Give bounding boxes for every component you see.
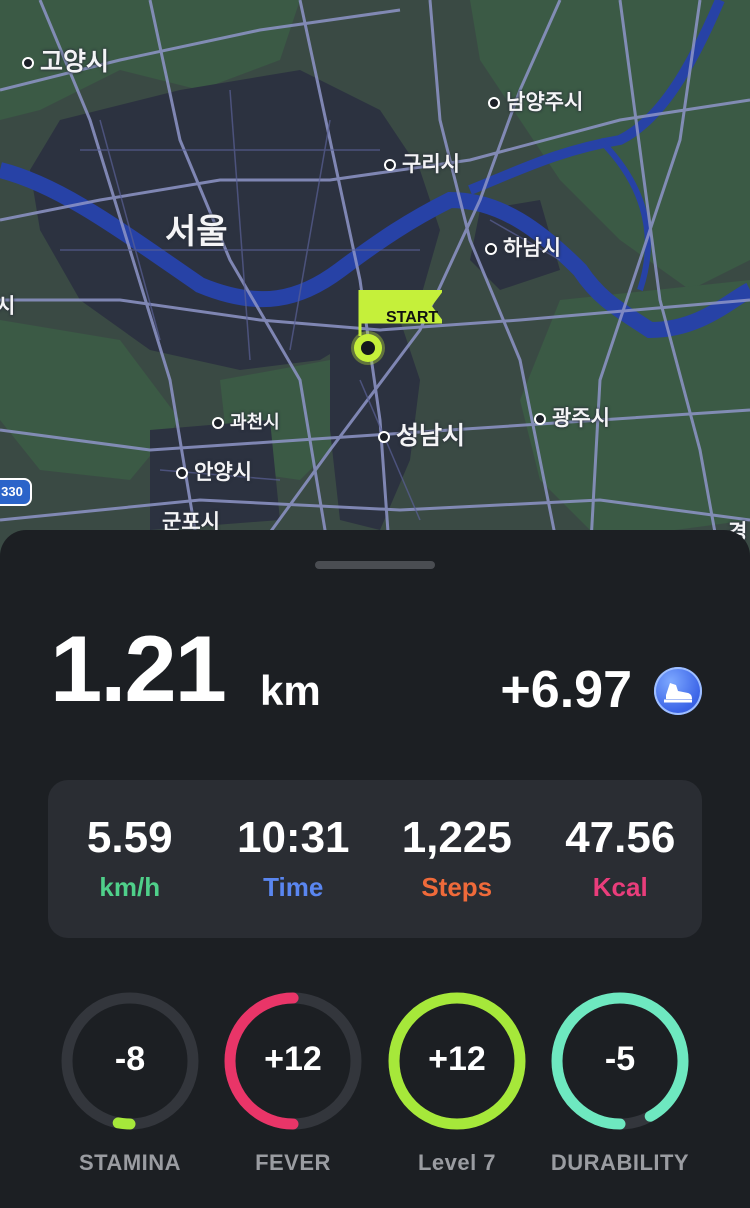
stats-card: 5.59 km/h 10:31 Time 1,225 Steps 47.56 K… [48, 780, 702, 938]
stat-label: Kcal [592, 872, 648, 902]
city-label: 서울 [165, 212, 228, 252]
city-label: 하남시 [485, 232, 561, 262]
gauge-label: STAMINA [78, 1150, 182, 1175]
city-label: 남양주시 [488, 86, 583, 116]
stat-label: Steps [421, 872, 493, 902]
stat-time: 10:31 Time [212, 780, 376, 938]
stat-steps: 1,225 Steps [375, 780, 539, 938]
city-dot-icon [22, 57, 34, 69]
stat-value: 1,225 [401, 813, 512, 862]
stat-label: km/h [99, 872, 161, 902]
city-dot-icon [384, 159, 396, 171]
city-dot-icon [485, 243, 497, 255]
city-dot-icon [212, 417, 224, 429]
stat-value: 10:31 [236, 813, 350, 862]
city-dot-icon [488, 97, 500, 109]
gauge-level: +12 Level 7 [384, 988, 530, 1175]
activity-sheet: 1.21 km +6.97 5.59 km/h 10:31 Time 1,225… [0, 530, 750, 1208]
gauge-value: +12 [264, 1040, 322, 1078]
earned-amount: +6.97 [500, 661, 632, 719]
gauge-value: -8 [114, 1040, 146, 1078]
map-view[interactable]: 고양시 남양주시 구리시 서울 하남시 시 과천시 성남시 광주시 안양시 군포… [0, 0, 750, 560]
city-label: 과천시 [212, 408, 280, 434]
stat-value: 47.56 [565, 813, 676, 862]
gauge-fever: +12 FEVER [220, 988, 366, 1175]
stat-kcal: 47.56 Kcal [539, 780, 703, 938]
gauge-label: DURABILITY [550, 1150, 690, 1175]
start-marker[interactable]: START [352, 290, 462, 370]
city-label: 안양시 [176, 456, 252, 486]
sheet-drag-handle[interactable] [315, 561, 435, 569]
city-dot-icon [176, 467, 188, 479]
gauge-stamina: -8 STAMINA [57, 988, 203, 1175]
stat-speed: 5.59 km/h [48, 780, 212, 938]
sneaker-token-icon [654, 667, 702, 715]
road-shield: 330 [0, 478, 32, 506]
stat-label: Time [263, 872, 324, 902]
gauge-label: Level 7 [417, 1150, 497, 1175]
city-label: 성남시 [378, 416, 465, 452]
city-label: 고양시 [22, 42, 109, 78]
city-label: 시 [0, 294, 16, 318]
gauge-label: FEVER [255, 1150, 331, 1175]
distance-unit: km [260, 667, 321, 714]
city-label: 구리시 [384, 148, 460, 178]
gauge-value: -5 [604, 1040, 636, 1078]
city-label: 광주시 [534, 402, 610, 432]
distance-value: 1.21 [50, 616, 227, 721]
gauge-row: -8 STAMINA +12 FEVER +12 Level 7 -5 DURA… [0, 988, 750, 1188]
start-label: START [386, 309, 439, 326]
map-canvas [0, 0, 750, 560]
city-dot-icon [378, 431, 390, 443]
gauge-durability: -5 DURABILITY [547, 988, 693, 1175]
start-pin-icon [354, 334, 382, 362]
city-dot-icon [534, 413, 546, 425]
stat-value: 5.59 [86, 813, 173, 862]
gauge-value: +12 [428, 1040, 486, 1078]
